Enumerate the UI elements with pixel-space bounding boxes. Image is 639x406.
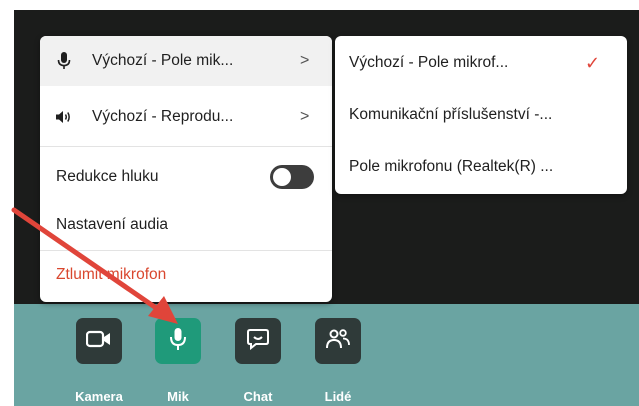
chevron-right-icon: > bbox=[300, 108, 310, 125]
chat-button[interactable] bbox=[235, 318, 281, 364]
menu-item-label: Výchozí - Pole mik... bbox=[92, 52, 234, 69]
chat-button-label: Chat bbox=[243, 389, 273, 404]
menu-item-label: Redukce hluku bbox=[56, 168, 159, 185]
submenu-item-label: Pole mikrofonu (Realtek(R) ... bbox=[349, 158, 554, 175]
menu-item-noise-reduction: Redukce hluku bbox=[40, 152, 332, 202]
menu-item-label: Výchozí - Reprodu... bbox=[92, 108, 234, 125]
menu-divider bbox=[40, 146, 332, 147]
submenu-item-realtek-mic[interactable]: Pole mikrofonu (Realtek(R) ... bbox=[335, 144, 627, 190]
submenu-item-communication-device[interactable]: Komunikační příslušenství -... bbox=[335, 92, 627, 138]
menu-item-label: Nastavení audia bbox=[56, 216, 169, 233]
checkmark-icon: ✓ bbox=[585, 52, 601, 73]
menu-item-label: Ztlumit mikrofon bbox=[56, 266, 167, 283]
microphone-button-label: Mik bbox=[167, 389, 189, 404]
microphone-icon bbox=[169, 327, 187, 356]
microphone-submenu: Výchozí - Pole mikrof... ✓ Komunikační p… bbox=[335, 36, 627, 194]
menu-item-mute-microphone[interactable]: Ztlumit mikrofon bbox=[40, 250, 332, 300]
camera-button[interactable] bbox=[76, 318, 122, 364]
camera-button-label: Kamera bbox=[75, 389, 123, 404]
microphone-button[interactable] bbox=[155, 318, 201, 364]
noise-reduction-toggle[interactable] bbox=[270, 165, 314, 189]
submenu-item-label: Výchozí - Pole mikrof... bbox=[349, 54, 509, 71]
submenu-item-default-mic[interactable]: Výchozí - Pole mikrof... ✓ bbox=[335, 40, 627, 86]
menu-item-microphone-device[interactable]: Výchozí - Pole mik... > bbox=[40, 36, 332, 86]
camera-icon bbox=[85, 330, 112, 353]
speaker-icon bbox=[54, 107, 74, 127]
toggle-knob bbox=[273, 168, 291, 186]
people-button[interactable] bbox=[315, 318, 361, 364]
chevron-right-icon: > bbox=[300, 52, 310, 69]
menu-item-audio-settings[interactable]: Nastavení audia bbox=[40, 200, 332, 250]
menu-item-speaker-device[interactable]: Výchozí - Reprodu... > bbox=[40, 92, 332, 142]
people-icon bbox=[325, 328, 351, 355]
microphone-icon bbox=[54, 51, 74, 71]
chat-icon bbox=[246, 328, 270, 355]
audio-menu: Výchozí - Pole mik... > Výchozí - Reprod… bbox=[40, 36, 332, 302]
submenu-item-label: Komunikační příslušenství -... bbox=[349, 106, 553, 123]
people-button-label: Lidé bbox=[324, 389, 352, 404]
